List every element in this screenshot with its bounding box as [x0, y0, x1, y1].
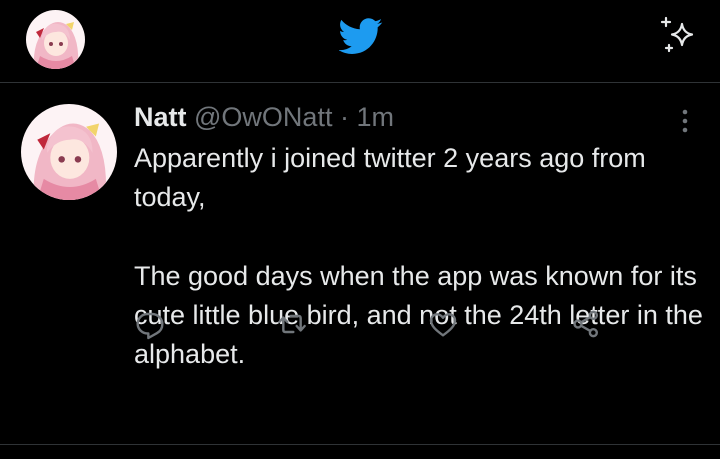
author-name[interactable]: Natt	[134, 102, 187, 132]
sparkle-icon	[660, 16, 694, 53]
like-button[interactable]	[425, 306, 461, 342]
share-icon	[573, 310, 598, 338]
tweet-author-avatar[interactable]	[21, 104, 117, 200]
tweet-divider	[0, 444, 720, 445]
twitter-bird-icon	[338, 18, 383, 54]
twitter-logo[interactable]	[338, 14, 383, 58]
reply-icon	[136, 312, 164, 340]
tweet-actions	[0, 306, 720, 346]
more-vertical-icon	[682, 109, 688, 133]
anime-avatar-icon	[26, 10, 85, 69]
tweet-paragraph: Apparently i joined twitter 2 years ago …	[134, 143, 646, 212]
share-button[interactable]	[568, 306, 604, 342]
like-icon	[429, 313, 457, 337]
top-tweets-button[interactable]	[656, 12, 700, 56]
retweet-button[interactable]	[274, 306, 310, 342]
reply-button[interactable]	[133, 306, 169, 342]
top-bar	[0, 0, 720, 83]
twitter-app: Natt @OwONatt · 1m Apparently i joined t…	[0, 0, 720, 459]
anime-avatar-icon	[21, 104, 117, 200]
tweet-header: Natt @OwONatt · 1m	[134, 100, 394, 134]
tweet[interactable]: Natt @OwONatt · 1m Apparently i joined t…	[0, 84, 720, 446]
retweet-icon	[278, 314, 306, 334]
separator-dot: ·	[339, 102, 349, 132]
profile-avatar[interactable]	[26, 10, 85, 69]
more-options-button[interactable]	[668, 104, 702, 138]
author-handle[interactable]: @OwONatt	[194, 102, 332, 132]
tweet-timestamp[interactable]: 1m	[356, 102, 394, 132]
